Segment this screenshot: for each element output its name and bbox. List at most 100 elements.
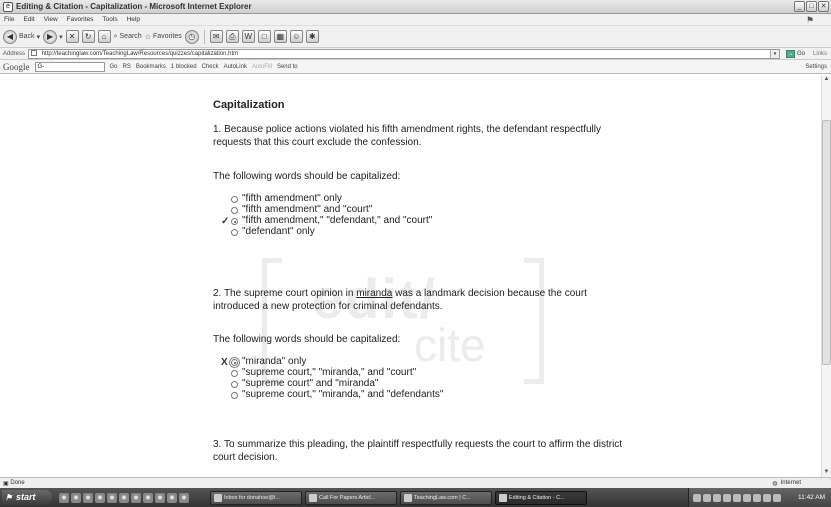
question-1-prompt: The following words should be capitalize… [213,171,401,182]
watermark-bracket-right [524,258,544,384]
discuss-icon[interactable]: □ [257,30,271,43]
quick-launch-icon[interactable]: ◉ [131,492,141,503]
taskbar-item-teachinglaw[interactable]: TeachingLaw.com | C... [400,490,492,505]
question-1-options: "fifth amendment" only "fifth amendment"… [221,193,432,238]
ie-icon [499,493,507,502]
menu-bar: File Edit View Favorites Tools Help ⚑ [0,14,831,26]
scroll-up-icon[interactable]: ▲ [822,75,831,84]
window-title: Editing & Citation - Capitalization - Mi… [16,2,252,11]
maximize-button[interactable]: □ [806,1,817,12]
google-search-input[interactable]: G- [34,61,105,72]
taskbar-item-inbox[interactable]: Inbox for donahoe@l... [210,490,302,505]
autolink-button[interactable]: AutoLink [224,64,247,70]
forward-button[interactable]: ▶ ▾ [43,29,63,44]
menu-tools[interactable]: Tools [102,16,117,23]
google-toolbar: Google G- Go RS Bookmarks 1 blocked Chec… [0,60,831,74]
tray-icon[interactable] [703,493,711,502]
chevron-down-icon: ▾ [59,33,63,41]
clock[interactable]: 11:42 AM [798,494,825,501]
tray-icon[interactable] [733,493,741,502]
close-button[interactable]: ✕ [818,1,829,12]
tray-icon[interactable] [713,493,721,502]
menu-file[interactable]: File [4,16,14,23]
history-icon[interactable]: ◷ [184,29,199,44]
tray-icon[interactable] [693,493,701,502]
bookmarks-button[interactable]: Bookmarks [136,64,166,70]
menu-favorites[interactable]: Favorites [67,16,94,23]
scrollbar-thumb[interactable] [822,120,831,365]
quick-launch-icon[interactable]: ◉ [119,492,129,503]
option-label: "defendant" only [242,226,315,238]
menu-help[interactable]: Help [127,16,140,23]
popup-blocked-button[interactable]: 1 blocked [171,64,197,70]
vertical-scrollbar[interactable]: ▲ ▼ [821,75,831,477]
quick-launch-icon[interactable]: ◉ [83,492,93,503]
favorites-button[interactable]: ☆ Favorites [145,33,182,41]
quick-launch-icon[interactable]: ◉ [95,492,105,503]
radio-button[interactable] [231,196,238,203]
mail-icon [214,493,222,502]
quick-launch-icon[interactable]: ◉ [143,492,153,503]
quick-launch-icon[interactable]: ◉ [155,492,165,503]
radio-button[interactable] [231,381,238,388]
home-icon[interactable]: ⌂ [97,30,111,43]
tray-icon[interactable] [773,493,781,502]
search-button[interactable]: ⌕ Search [114,33,142,41]
question-2-options: X "miranda" only "supreme court," "mirand… [221,356,443,401]
start-button[interactable]: ⚑ start [2,490,52,505]
mail-icon[interactable]: ✉ [209,30,223,43]
links-button[interactable]: Links [813,51,827,57]
radio-button-selected[interactable] [229,357,240,368]
quick-launch-icon[interactable]: ◉ [107,492,117,503]
autofill-button[interactable]: AutoFill [252,64,272,70]
quick-launch-icon[interactable]: ◉ [59,492,69,503]
rs-button[interactable]: RS [123,64,131,70]
quick-launch-icon[interactable]: ◉ [179,492,189,503]
checkmark-icon: ✓ [221,216,230,227]
radio-button[interactable] [231,392,238,399]
status-bar: ▣ Done ◍ Internet [0,477,831,488]
taskbar-item-call-for-papers[interactable]: Call For Papers Articl... [305,490,397,505]
question-3-text: 3. To summarize this pleading, the plain… [213,439,623,463]
quick-launch-icon[interactable]: ◉ [167,492,177,503]
q1-option-4[interactable]: "defendant" only [231,226,432,238]
page-loaded-icon: ▣ [3,480,11,487]
scroll-down-icon[interactable]: ▼ [822,468,831,477]
google-go-button[interactable]: Go [110,64,118,70]
go-button[interactable]: → Go [786,49,805,58]
radio-button[interactable] [231,207,238,214]
print-icon[interactable]: ⎙ [225,30,239,43]
address-input[interactable]: http://teachinglaw.com/TeachingLaw/Resou… [28,48,781,59]
address-bar: Address http://teachinglaw.com/TeachingL… [0,48,831,60]
page-content: edit/ cite Capitalization 1. Because pol… [0,75,821,477]
tray-icon[interactable] [723,493,731,502]
back-button[interactable]: ◀ Back ▾ [3,29,40,44]
radio-button-selected[interactable] [231,218,238,225]
tray-icon[interactable] [763,493,771,502]
messenger-icon[interactable]: ☺ [289,30,303,43]
extension-icon[interactable]: ✱ [305,30,319,43]
search-icon: ⌕ [113,32,118,40]
star-icon: ☆ [144,33,151,41]
refresh-icon[interactable]: ↻ [81,30,95,43]
chevron-down-icon[interactable]: ▾ [770,49,780,58]
menu-edit[interactable]: Edit [23,16,34,23]
radio-button[interactable] [231,229,238,236]
q2-option-4[interactable]: "supreme court," "miranda," and "defenda… [231,389,443,401]
tray-icon[interactable] [743,493,751,502]
minimize-button[interactable]: _ [794,1,805,12]
quick-launch-icon[interactable]: ◉ [71,492,81,503]
tray-icon[interactable] [753,493,761,502]
title-bar: e Editing & Citation - Capitalization - … [0,0,831,14]
question-2-text-before: 2. The supreme court opinion in [213,288,357,299]
start-label: start [16,492,36,502]
send-to-button[interactable]: Send to [277,64,298,70]
spell-check-button[interactable]: Check [202,64,219,70]
research-icon[interactable]: ▦ [273,30,287,43]
edit-icon[interactable]: W [241,30,255,43]
taskbar-item-editing-citation[interactable]: Editing & Citation - C... [495,490,587,505]
google-settings-button[interactable]: Settings [805,64,827,70]
stop-icon[interactable]: ✕ [65,30,79,43]
radio-button[interactable] [231,370,238,377]
menu-view[interactable]: View [44,16,58,23]
